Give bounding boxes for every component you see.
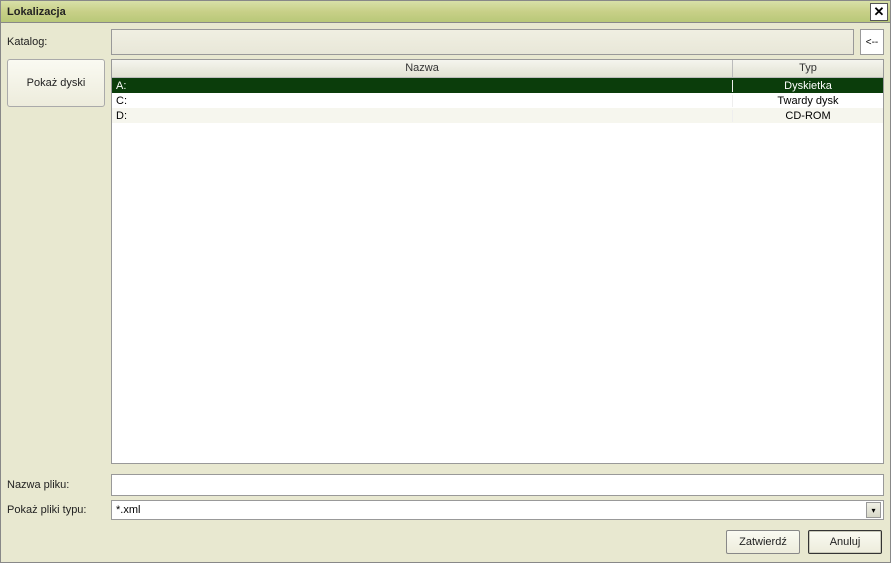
cell-name: A: bbox=[112, 80, 733, 92]
column-header-type[interactable]: Typ bbox=[733, 60, 883, 77]
column-header-name[interactable]: Nazwa bbox=[112, 60, 733, 77]
close-icon: ✕ bbox=[874, 5, 885, 18]
window-title: Lokalizacja bbox=[7, 6, 870, 18]
filetype-select[interactable]: *.xml ▾ bbox=[111, 500, 884, 520]
filetype-label: Pokaż pliki typu: bbox=[7, 504, 105, 516]
cancel-button[interactable]: Anuluj bbox=[808, 530, 882, 554]
confirm-button[interactable]: Zatwierdź bbox=[726, 530, 800, 554]
katalog-label: Katalog: bbox=[7, 36, 105, 48]
filetype-value: *.xml bbox=[116, 504, 866, 516]
table-body[interactable]: A: Dyskietka C: Twardy dysk D: CD-ROM bbox=[112, 78, 883, 463]
show-disks-button[interactable]: Pokaż dyski bbox=[7, 59, 105, 107]
table-row[interactable]: A: Dyskietka bbox=[112, 78, 883, 93]
filename-input[interactable] bbox=[111, 474, 884, 496]
katalog-row: Katalog: <-- bbox=[1, 23, 890, 59]
cell-name: D: bbox=[112, 110, 733, 122]
back-arrow-icon: <-- bbox=[866, 37, 879, 48]
close-button[interactable]: ✕ bbox=[870, 3, 888, 21]
filename-label: Nazwa pliku: bbox=[7, 479, 105, 491]
table-row[interactable]: C: Twardy dysk bbox=[112, 93, 883, 108]
cell-type: CD-ROM bbox=[733, 110, 883, 122]
main-row: Pokaż dyski Nazwa Typ A: Dyskietka C: Tw… bbox=[1, 59, 890, 470]
titlebar: Lokalizacja ✕ bbox=[1, 1, 890, 23]
buttons-row: Zatwierdź Anuluj bbox=[1, 524, 890, 562]
cell-name: C: bbox=[112, 95, 733, 107]
table-row[interactable]: D: CD-ROM bbox=[112, 108, 883, 123]
dialog-content: Katalog: <-- Pokaż dyski Nazwa Typ A: Dy… bbox=[1, 23, 890, 562]
dialog-window: Lokalizacja ✕ Katalog: <-- Pokaż dyski N… bbox=[0, 0, 891, 563]
filename-row: Nazwa pliku: bbox=[1, 470, 890, 500]
cell-type: Dyskietka bbox=[733, 80, 883, 92]
chevron-down-icon[interactable]: ▾ bbox=[866, 502, 881, 518]
back-button[interactable]: <-- bbox=[860, 29, 884, 55]
file-table: Nazwa Typ A: Dyskietka C: Twardy dysk D:… bbox=[111, 59, 884, 464]
katalog-input[interactable] bbox=[111, 29, 854, 55]
filetype-row: Pokaż pliki typu: *.xml ▾ bbox=[1, 500, 890, 524]
table-header: Nazwa Typ bbox=[112, 60, 883, 78]
cell-type: Twardy dysk bbox=[733, 95, 883, 107]
